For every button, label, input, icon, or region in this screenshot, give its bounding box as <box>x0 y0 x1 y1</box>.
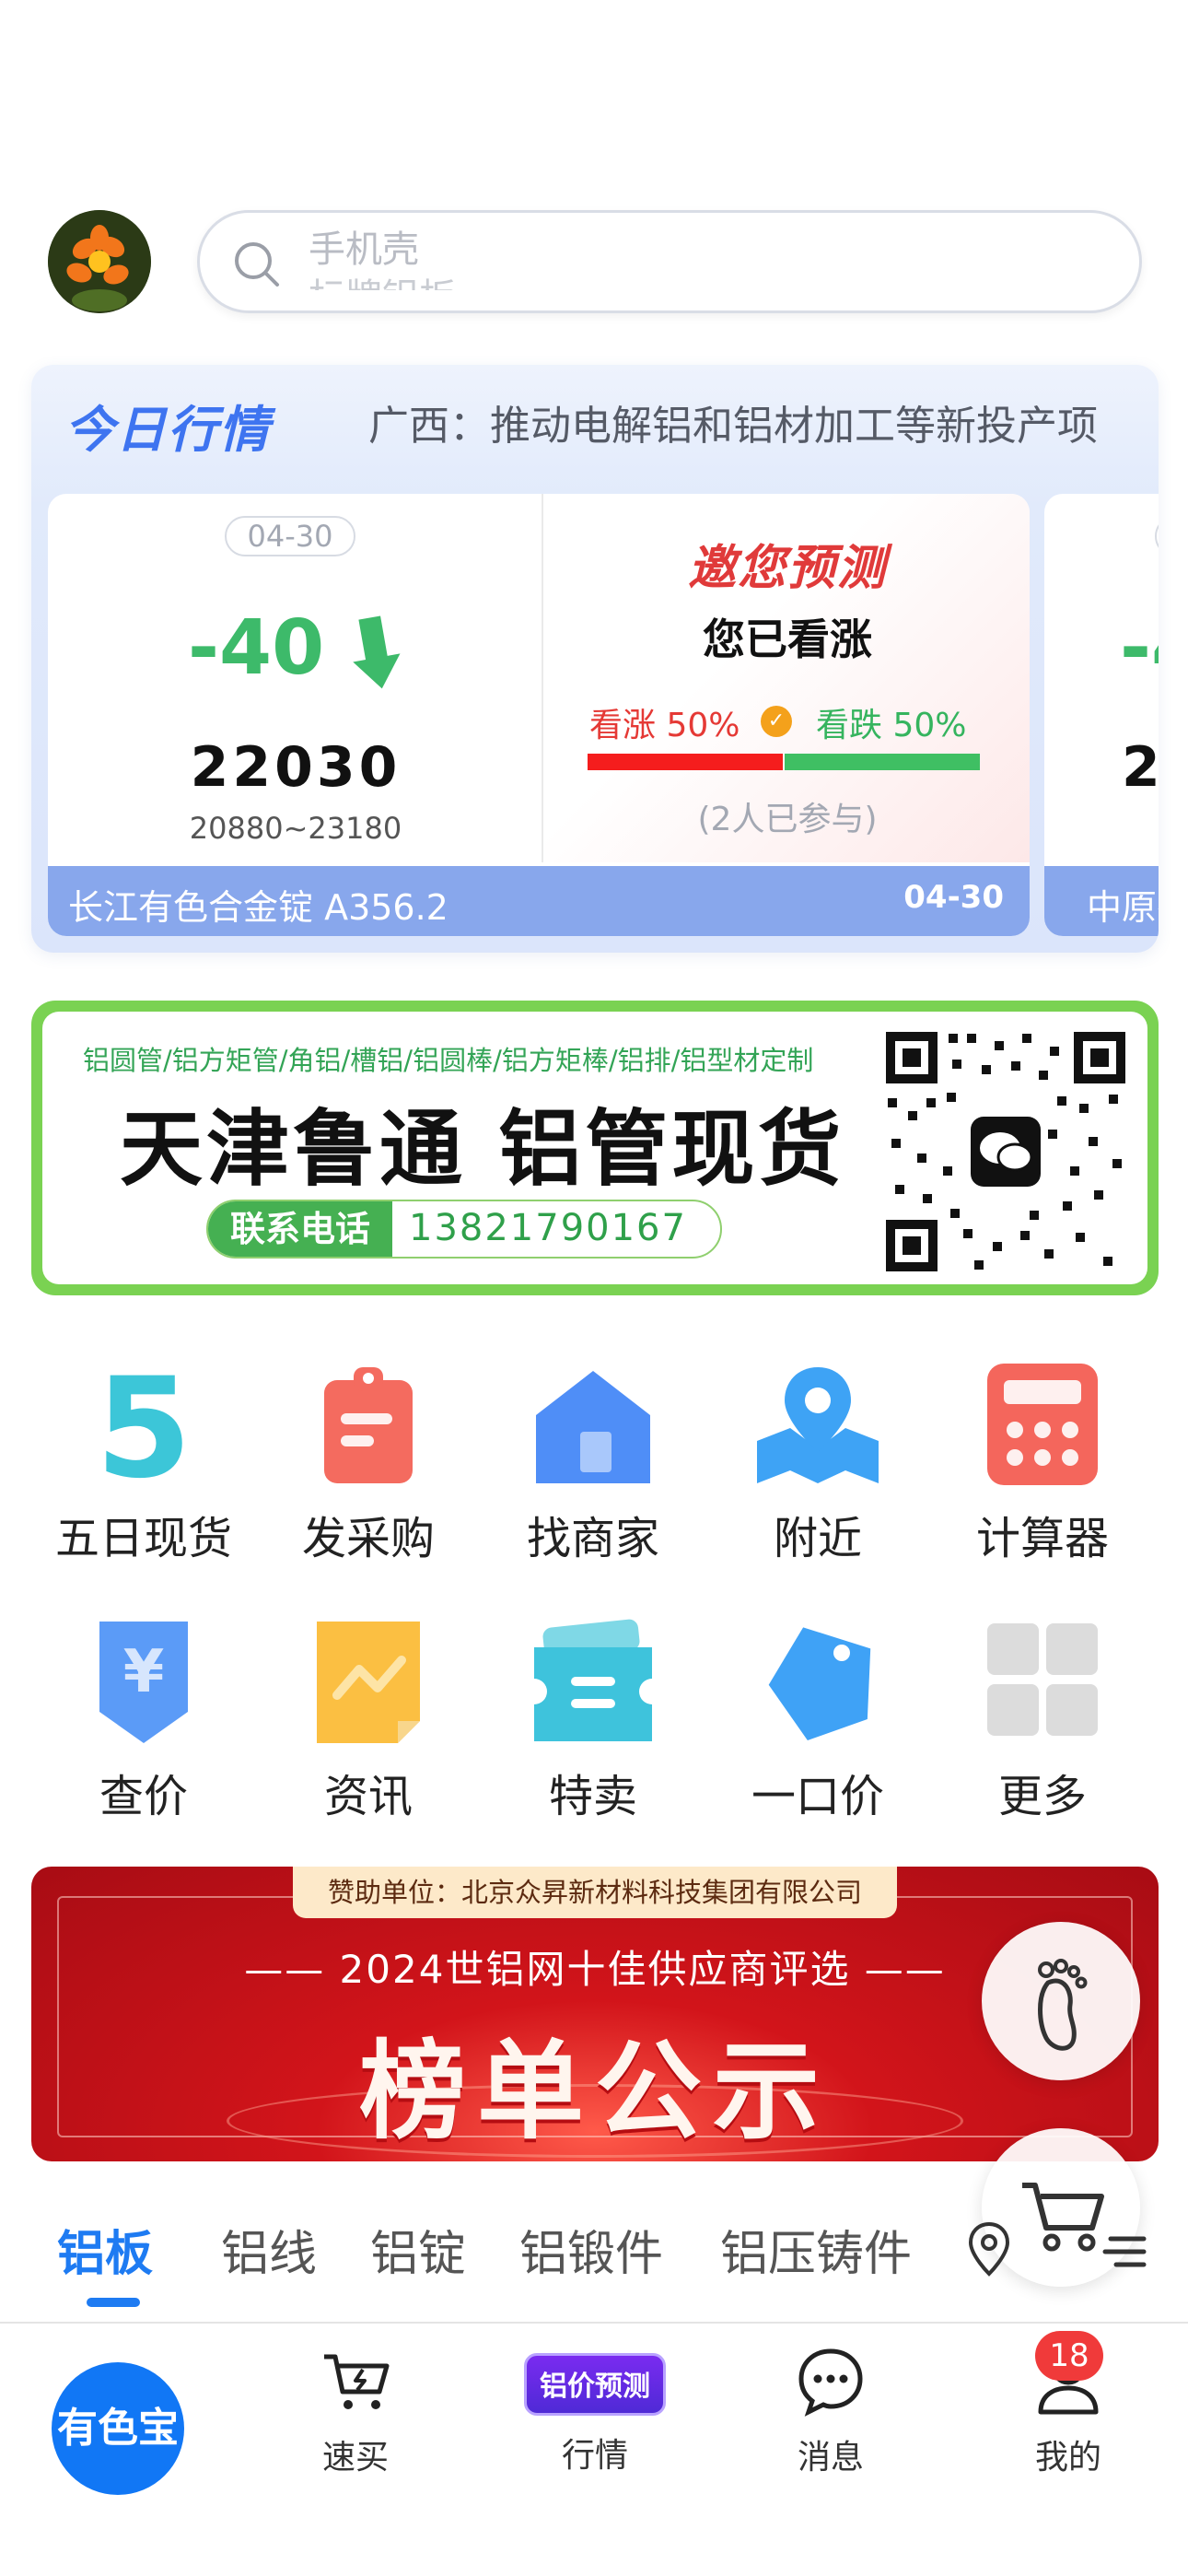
nav-label: 我的 <box>1034 2439 1101 2476</box>
participants-count: (2人已参与) <box>697 801 878 838</box>
price-value: 22030 <box>190 735 402 800</box>
sponsor-label: 赞助单位：北京众昇新材料科技集团有限公司 <box>293 1867 897 1918</box>
location-icon[interactable] <box>963 2220 1015 2279</box>
grid-label: 查价 <box>99 1771 188 1822</box>
nav-item-quick-buy[interactable]: 速买 <box>282 2344 429 2478</box>
more-grid-icon <box>987 1623 1098 1736</box>
clipboard-icon <box>324 1367 413 1483</box>
menu-icon[interactable] <box>1101 2230 1147 2274</box>
category-tab-ingot[interactable]: 铝锭 <box>370 2215 466 2284</box>
grid-item-purchase[interactable]: 发采购 <box>258 1360 479 1566</box>
grid-item-calculator[interactable]: 计算器 <box>932 1360 1153 1566</box>
notification-badge: 18 <box>1035 2331 1103 2381</box>
price-range: 20880~23180 <box>189 811 402 846</box>
category-tab-plate[interactable]: 铝板 <box>57 2215 153 2284</box>
grid-item-check-price[interactable]: ¥ 查价 <box>33 1618 254 1824</box>
grid-item-more[interactable]: 更多 <box>932 1618 1153 1824</box>
footer-date: 04-30 <box>903 879 1004 916</box>
qr-code-icon <box>882 1028 1129 1275</box>
rise-bar <box>588 754 783 770</box>
ad-banner[interactable]: 铝圆管/铝方矩管/角铝/槽铝/铝圆棒/铝方矩棒/铝排/铝型材定制 天津鲁通 铝管… <box>31 1001 1159 1295</box>
prediction-title: 邀您预测 <box>687 541 887 596</box>
svg-text:¥: ¥ <box>123 1638 165 1706</box>
active-tab-indicator <box>87 2298 140 2307</box>
ad-phone[interactable]: 联系电话 13821790167 <box>206 1200 722 1259</box>
phone-number: 13821790167 <box>409 1207 687 1249</box>
footprint-icon <box>1038 1959 1088 2051</box>
check-icon: ✓ <box>761 706 792 737</box>
quote-card-next[interactable]: 04-30 -4 20 中原有 <box>1044 494 1159 936</box>
nav-item-market[interactable]: 铝价预测 行情 <box>521 2344 669 2476</box>
nav-item-messages[interactable]: 消息 <box>757 2344 904 2478</box>
ad-headline: 天津鲁通 铝管现货 <box>120 1101 845 1198</box>
grid-item-nearby[interactable]: 附近 <box>707 1360 928 1566</box>
search-placeholder: 手机壳 标牌铝板 <box>309 228 456 290</box>
category-tab-wire[interactable]: 铝线 <box>221 2215 317 2284</box>
price-value: 20 <box>1122 735 1159 800</box>
grid-item-five-day[interactable]: 5 五日现货 <box>33 1349 254 1566</box>
price-change: -4 <box>1120 604 1159 692</box>
quick-buy-icon <box>324 2354 390 2409</box>
news-chart-icon <box>317 1622 420 1743</box>
quote-card[interactable]: 04-30 -40 22030 20880~23180 邀您预测 您已看涨 看涨… <box>48 494 1030 936</box>
market-panel: 今日行情 广西：推动电解铝和铝材加工等新投产项 04-30 -40 22030 … <box>31 365 1159 953</box>
nav-label: 消息 <box>797 2439 864 2476</box>
grid-label: 更多 <box>997 1771 1087 1822</box>
fall-label: 看跌 50% <box>816 707 967 744</box>
tag-icon <box>768 1627 871 1741</box>
product-name: 长江有色合金锭 A356.2 <box>68 887 448 928</box>
quote-price-section[interactable]: 04-30 -40 22030 20880~23180 <box>48 494 543 862</box>
grid-label: 资讯 <box>323 1771 413 1822</box>
category-tab-forging[interactable]: 铝锻件 <box>519 2215 663 2284</box>
search-bar[interactable]: 手机壳 标牌铝板 <box>197 210 1142 313</box>
quote-date: 04-30 <box>225 516 355 556</box>
market-news-ticker[interactable]: 广西：推动电解铝和铝材加工等新投产项 <box>368 392 1159 451</box>
grid-item-merchants[interactable]: 找商家 <box>483 1360 704 1566</box>
prediction-status: 您已看涨 <box>703 615 872 664</box>
grid-label: 附近 <box>773 1513 862 1564</box>
quote-date: 04-30 <box>1155 516 1159 556</box>
nav-label: 速买 <box>321 2439 389 2476</box>
category-tab-die-casting[interactable]: 铝压铸件 <box>720 2215 912 2284</box>
ticket-icon <box>534 1619 652 1741</box>
grid-label: 五日现货 <box>54 1513 232 1564</box>
product-name: 中原有 <box>1087 887 1159 928</box>
down-arrow-icon <box>353 615 401 689</box>
yuan-shield-icon: ¥ <box>99 1622 188 1743</box>
quote-footer: 长江有色合金锭 A356.2 04-30 <box>48 866 1030 936</box>
ad-tags: 铝圆管/铝方矩管/角铝/槽铝/铝圆棒/铝方矩棒/铝排/铝型材定制 <box>83 1045 814 1076</box>
grid-item-fixed-price[interactable]: 一口价 <box>707 1618 928 1824</box>
map-pin-icon <box>757 1367 879 1483</box>
market-title: 今日行情 <box>64 401 271 459</box>
svg-text:5: 5 <box>96 1360 192 1489</box>
fall-bar <box>785 754 980 770</box>
grid-label: 一口价 <box>751 1771 884 1822</box>
avatar[interactable] <box>48 210 151 313</box>
grid-label: 发采购 <box>301 1513 435 1564</box>
grid-label: 计算器 <box>975 1513 1109 1564</box>
phone-label: 联系电话 <box>208 1201 392 1257</box>
nav-label: 行情 <box>561 2437 628 2475</box>
grid-label: 特卖 <box>548 1771 637 1822</box>
calculator-icon <box>987 1364 1098 1485</box>
search-icon <box>235 242 279 287</box>
prediction-section[interactable]: 邀您预测 您已看涨 看涨 50% ✓ 看跌 50% (2人已参与) <box>545 494 1030 862</box>
grid-item-special-sale[interactable]: 特卖 <box>483 1618 704 1824</box>
store-icon <box>536 1371 650 1483</box>
message-icon <box>798 2348 863 2417</box>
bottom-navigation: 有色宝 速买 铝价预测 行情 消息 我的 <box>0 2322 1188 2576</box>
footprint-button[interactable] <box>982 1922 1140 2080</box>
home-logo-button[interactable]: 有色宝 <box>52 2362 184 2495</box>
grid-item-news[interactable]: 资讯 <box>258 1618 479 1824</box>
prediction-icon: 铝价预测 <box>524 2353 666 2416</box>
rise-label: 看涨 50% <box>589 707 740 744</box>
five-icon: 5 <box>96 1349 192 1509</box>
quote-footer: 中原有 <box>1044 866 1159 936</box>
price-change: -40 <box>188 604 325 692</box>
grid-label: 找商家 <box>526 1513 659 1564</box>
